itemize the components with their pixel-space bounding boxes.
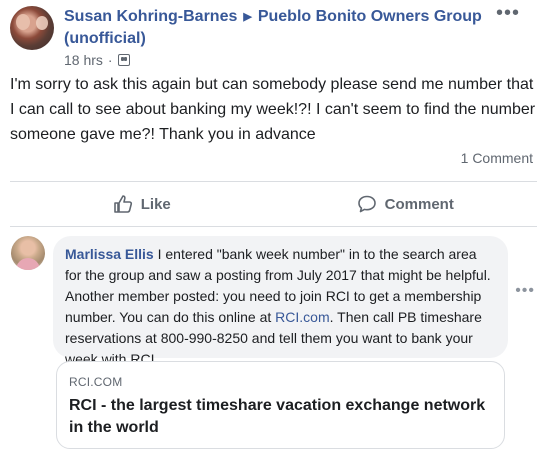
author-avatar[interactable]: [10, 6, 54, 50]
caret-right-icon: ▶: [243, 11, 252, 23]
divider: [10, 226, 537, 227]
more-options-icon[interactable]: •••: [496, 3, 520, 23]
like-label: Like: [140, 195, 171, 213]
meta-separator: ·: [107, 52, 113, 68]
post-timestamp[interactable]: 18 hrs: [64, 52, 103, 68]
thumbs-up-icon: [113, 195, 132, 213]
comment-more-icon[interactable]: •••: [515, 283, 535, 299]
rci-link[interactable]: RCI.com: [275, 309, 329, 325]
post-header: Susan Kohring-Barnes ▶ Pueblo Bonito Owner…: [10, 3, 530, 68]
comment-button[interactable]: Comment: [274, 184, 538, 224]
comment-count-link[interactable]: 1 Comment: [461, 150, 533, 166]
post-meta: 18 hrs ·: [64, 52, 130, 68]
post-title-line: Susan Kohring-Barnes ▶ Pueblo Bonito Owner…: [64, 6, 514, 50]
group-audience-icon: [117, 54, 130, 66]
link-preview-card[interactable]: RCI.COM RCI - the largest timeshare vaca…: [56, 361, 505, 449]
author-name-link[interactable]: Susan Kohring-Barnes: [64, 8, 237, 25]
commenter-name-link[interactable]: Marlissa Ellis: [65, 246, 154, 262]
link-domain: RCI.COM: [69, 375, 123, 389]
comment-bubble-icon: [357, 195, 376, 213]
commenter-avatar[interactable]: [11, 236, 45, 270]
divider: [10, 181, 537, 182]
post-body-text: I'm sorry to ask this again but can some…: [10, 76, 536, 143]
comment-label: Comment: [384, 195, 454, 213]
post-actions-bar: Like Comment: [10, 184, 537, 224]
link-title[interactable]: RCI - the largest timeshare vacation exc…: [69, 395, 492, 439]
like-button[interactable]: Like: [10, 184, 274, 224]
comment-bubble: Marlissa Ellis I entered "bank week numb…: [53, 236, 508, 367]
